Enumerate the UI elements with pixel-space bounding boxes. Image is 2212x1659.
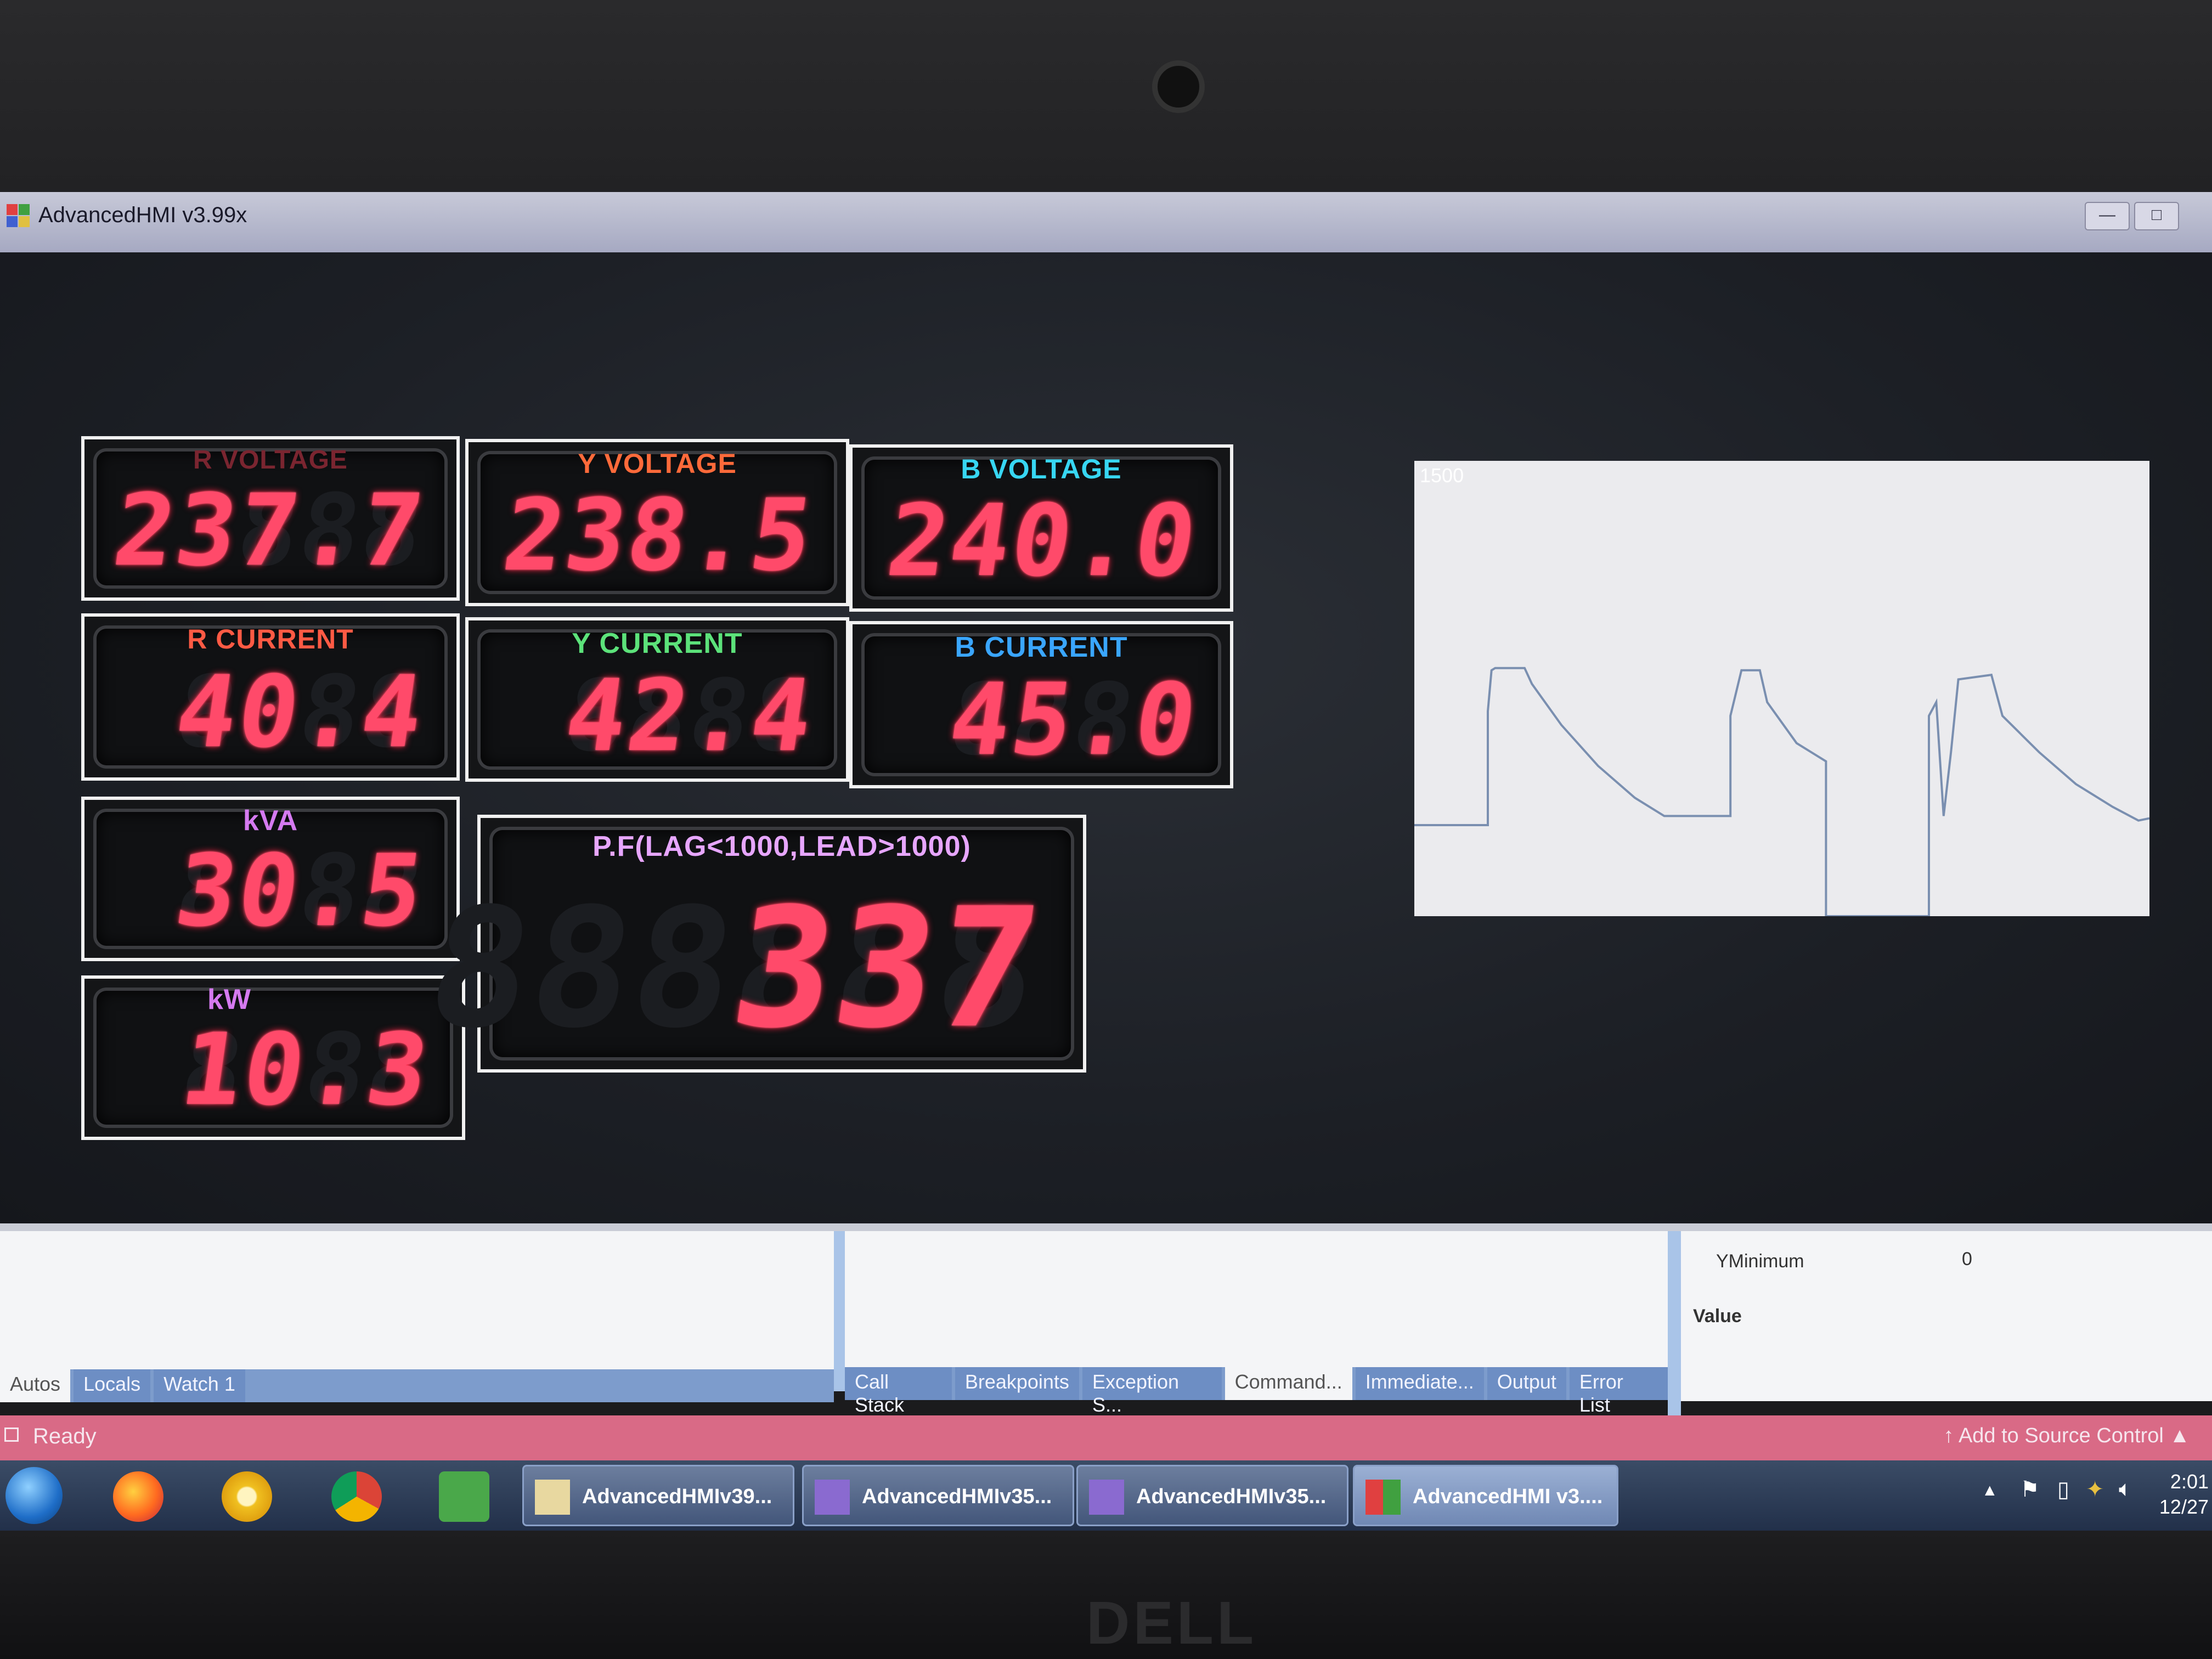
meter-label: R VOLTAGE bbox=[193, 445, 348, 475]
network-icon[interactable]: ✦ bbox=[2086, 1477, 2104, 1502]
trend-series-line bbox=[1414, 667, 2149, 916]
taskbar-button-vs-2[interactable]: AdvancedHMIv35... bbox=[1076, 1465, 1348, 1526]
meter-label: B CURRENT bbox=[955, 631, 1128, 663]
autos-pane[interactable] bbox=[0, 1231, 834, 1369]
chrome-icon[interactable] bbox=[331, 1471, 382, 1522]
meter-label: Y CURRENT bbox=[572, 628, 743, 659]
maximize-button[interactable]: □ bbox=[2134, 202, 2179, 230]
system-clock[interactable]: 2:01 12/27 bbox=[2159, 1469, 2209, 1520]
folder-icon bbox=[535, 1480, 570, 1515]
window-title: AdvancedHMI v3.99x bbox=[38, 203, 247, 227]
status-text: Ready bbox=[33, 1424, 97, 1448]
meter-value: 337 bbox=[721, 873, 1053, 1064]
meter-value: 237.7 bbox=[107, 473, 432, 588]
action-center-flag-icon[interactable]: ⚑ bbox=[2020, 1477, 2040, 1502]
dell-logo: DELL bbox=[1086, 1589, 1257, 1657]
meter-value: 40.4 bbox=[168, 655, 432, 770]
screen-bezel-top bbox=[0, 0, 2212, 192]
trend-chart[interactable]: 1500 bbox=[1414, 461, 2149, 916]
tab-error-list[interactable]: Error List bbox=[1569, 1367, 1668, 1416]
clock-date: 12/27 bbox=[2159, 1496, 2209, 1518]
trend-chart-plot bbox=[1414, 667, 2149, 916]
meter-power-factor[interactable]: P.F(LAG<1000,LEAD>1000) 888888 337 bbox=[418, 815, 1086, 1073]
taskbar-button-vs-1[interactable]: AdvancedHMIv35... bbox=[802, 1465, 1074, 1526]
property-value[interactable]: 0 bbox=[1962, 1249, 1972, 1270]
meter-y-voltage[interactable]: Y VOLTAGE 238.5 bbox=[465, 439, 849, 606]
hmi-form: R VOLTAGE 888 237.7 Y VOLTAGE 238.5 B VO… bbox=[0, 252, 2212, 1223]
taskbar-button-label: AdvancedHMI v3.... bbox=[1413, 1485, 1603, 1508]
taskbar-button-explorer[interactable]: AdvancedHMIv39... bbox=[522, 1465, 794, 1526]
meter-y-current[interactable]: Y CURRENT 8888 42.4 bbox=[465, 617, 849, 782]
tab-watch-1[interactable]: Watch 1 bbox=[154, 1369, 245, 1402]
right-tabstrip: Call Stack Breakpoints Exception S... Co… bbox=[845, 1367, 1668, 1416]
pane-splitter[interactable] bbox=[0, 1223, 2212, 1231]
meter-value: 238.5 bbox=[496, 478, 821, 593]
meter-value: 10.3 bbox=[174, 1013, 437, 1127]
firefox-icon[interactable] bbox=[113, 1471, 163, 1522]
meter-label: kVA bbox=[242, 805, 298, 837]
volume-icon[interactable]: 🔈︎ bbox=[2119, 1477, 2132, 1502]
norton-icon[interactable] bbox=[222, 1471, 272, 1522]
show-hidden-icons-icon[interactable]: ▲ bbox=[1982, 1481, 1998, 1500]
tab-breakpoints[interactable]: Breakpoints bbox=[955, 1367, 1079, 1400]
meter-value: 42.4 bbox=[558, 659, 821, 774]
status-indicator-icon bbox=[4, 1427, 19, 1442]
properties-pane[interactable]: YMinimum 0 Value bbox=[1681, 1231, 2212, 1401]
taskbar: AdvancedHMIv39... AdvancedHMIv35... Adva… bbox=[0, 1460, 2212, 1531]
tab-call-stack[interactable]: Call Stack bbox=[845, 1367, 952, 1416]
pane-divider[interactable] bbox=[1668, 1231, 1681, 1418]
status-bar: Ready ↑ Add to Source Control ▲ bbox=[0, 1415, 2212, 1460]
screen-bezel-bottom: DELL bbox=[0, 1531, 2212, 1659]
source-control-label: Add to Source Control bbox=[1958, 1424, 2164, 1447]
meter-b-current[interactable]: B CURRENT 8888 45.0 bbox=[849, 621, 1233, 788]
meter-r-voltage[interactable]: R VOLTAGE 888 237.7 bbox=[81, 436, 460, 601]
tab-autos[interactable]: Autos bbox=[0, 1369, 71, 1402]
meter-label: B VOLTAGE bbox=[961, 454, 1122, 484]
command-pane[interactable] bbox=[845, 1231, 1684, 1367]
minimize-button[interactable]: — bbox=[2085, 202, 2130, 230]
taskbar-button-label: AdvancedHMIv35... bbox=[862, 1485, 1052, 1508]
tab-command[interactable]: Command... bbox=[1224, 1367, 1352, 1400]
window-titlebar[interactable]: AdvancedHMI v3.99x — □ bbox=[0, 192, 2212, 252]
property-name[interactable]: YMinimum bbox=[1716, 1251, 1804, 1272]
meter-value: 30.5 bbox=[168, 834, 432, 949]
taskbar-button-advancedhmi[interactable]: AdvancedHMI v3.... bbox=[1353, 1465, 1618, 1526]
selected-property-label: Value bbox=[1693, 1306, 1742, 1327]
meter-kw[interactable]: kW 8888 10.3 bbox=[81, 975, 465, 1140]
system-tray: ▲ ⚑ ▯ ✦ 🔈︎ 2:01 12/27 bbox=[1938, 1460, 2212, 1531]
evernote-icon[interactable] bbox=[439, 1471, 489, 1522]
app-icon bbox=[7, 204, 30, 227]
taskbar-button-label: AdvancedHMIv39... bbox=[582, 1485, 772, 1508]
meter-kva[interactable]: kVA 8888 30.5 bbox=[81, 797, 460, 961]
tab-immediate[interactable]: Immediate... bbox=[1355, 1367, 1484, 1400]
left-tabstrip: Autos Locals Watch 1 bbox=[0, 1369, 834, 1402]
clock-time: 2:01 bbox=[2170, 1470, 2209, 1493]
meter-r-current[interactable]: R CURRENT 8888 40.4 bbox=[81, 613, 460, 781]
start-button-icon[interactable] bbox=[5, 1467, 63, 1524]
meter-value: 45.0 bbox=[942, 663, 1205, 777]
meter-b-voltage[interactable]: B VOLTAGE 240.0 bbox=[849, 444, 1233, 612]
tab-locals[interactable]: Locals bbox=[74, 1369, 151, 1402]
add-to-source-control-button[interactable]: ↑ Add to Source Control ▲ bbox=[1943, 1424, 2190, 1448]
visual-studio-icon bbox=[815, 1480, 850, 1515]
app-icon bbox=[1365, 1480, 1401, 1515]
meter-label: kW bbox=[207, 984, 251, 1015]
meter-value: 240.0 bbox=[881, 484, 1205, 599]
battery-icon[interactable]: ▯ bbox=[2057, 1477, 2069, 1502]
meter-label: P.F(LAG<1000,LEAD>1000) bbox=[592, 831, 971, 862]
meter-label: R CURRENT bbox=[187, 624, 354, 654]
pane-divider[interactable] bbox=[834, 1231, 845, 1391]
tab-output[interactable]: Output bbox=[1487, 1367, 1566, 1400]
taskbar-button-label: AdvancedHMIv35... bbox=[1136, 1485, 1327, 1508]
visual-studio-icon bbox=[1089, 1480, 1124, 1515]
chart-ymax-label: 1500 bbox=[1420, 464, 1464, 487]
meter-label: Y VOLTAGE bbox=[578, 448, 737, 479]
tab-exception-settings[interactable]: Exception S... bbox=[1082, 1367, 1222, 1416]
webcam bbox=[1152, 60, 1205, 113]
